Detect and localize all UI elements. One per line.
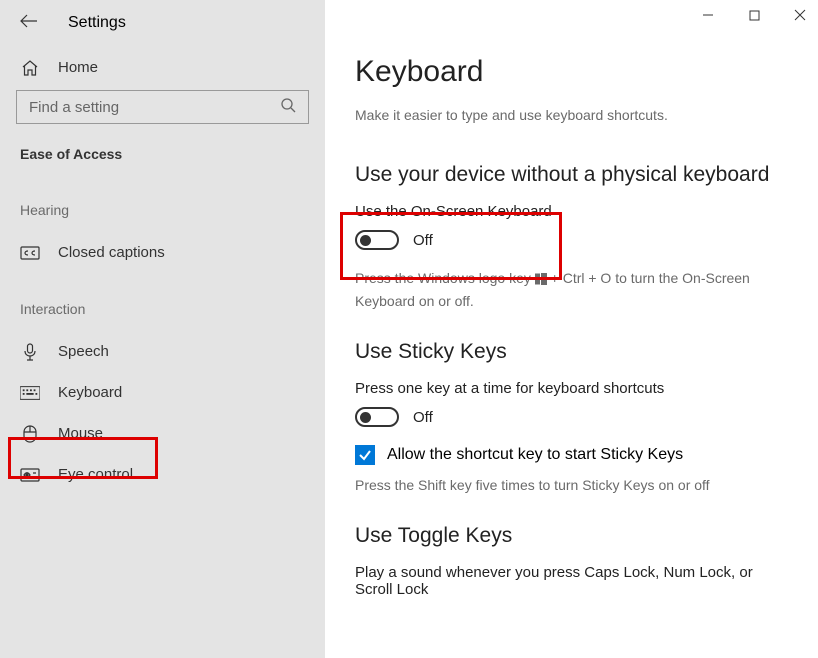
maximize-button[interactable] xyxy=(742,8,766,24)
category-title: Ease of Access xyxy=(0,146,325,162)
search-container xyxy=(16,90,309,124)
nav-label: Speech xyxy=(58,343,109,360)
back-button[interactable] xyxy=(20,12,38,33)
nav-label: Mouse xyxy=(58,425,103,442)
sticky-shortcut-label: Allow the shortcut key to start Sticky K… xyxy=(387,446,683,464)
section-interaction: Interaction xyxy=(0,301,325,331)
window-controls xyxy=(696,8,812,24)
sidebar: Settings Home Ease of Access Hearing Clo… xyxy=(0,0,325,658)
osk-heading: Use your device without a physical keybo… xyxy=(355,163,788,187)
page-subtitle: Make it easier to type and use keyboard … xyxy=(355,107,788,123)
keyboard-icon xyxy=(20,385,40,401)
minimize-button[interactable] xyxy=(696,8,720,24)
closed-captions-icon xyxy=(20,245,40,261)
osk-hint: Press the Windows logo key + Ctrl + O to… xyxy=(355,268,785,312)
sticky-toggle[interactable] xyxy=(355,407,399,427)
sticky-label: Press one key at a time for keyboard sho… xyxy=(355,380,788,397)
page-title: Keyboard xyxy=(355,55,788,89)
nav-closed-captions[interactable]: Closed captions xyxy=(0,232,325,273)
section-hearing: Hearing xyxy=(0,202,325,232)
sticky-hint: Press the Shift key five times to turn S… xyxy=(355,475,785,496)
main-content: Keyboard Make it easier to type and use … xyxy=(325,0,818,658)
sticky-shortcut-row: Allow the shortcut key to start Sticky K… xyxy=(355,445,788,465)
osk-toggle-state: Off xyxy=(413,232,433,249)
nav-label: Keyboard xyxy=(58,384,122,401)
nav-eye-control[interactable]: Eye control xyxy=(0,454,325,495)
titlebar: Settings xyxy=(0,12,325,51)
home-icon xyxy=(20,60,40,76)
osk-label: Use the On-Screen Keyboard xyxy=(355,203,788,220)
osk-toggle-row: Off xyxy=(355,230,788,250)
sticky-toggle-state: Off xyxy=(413,409,433,426)
sticky-toggle-row: Off xyxy=(355,407,788,427)
togglekeys-label: Play a sound whenever you press Caps Loc… xyxy=(355,564,788,598)
nav-mouse[interactable]: Mouse xyxy=(0,413,325,454)
togglekeys-heading: Use Toggle Keys xyxy=(355,524,788,548)
eye-control-icon xyxy=(20,467,40,483)
nav-keyboard[interactable]: Keyboard xyxy=(0,372,325,413)
mouse-icon xyxy=(20,426,40,442)
nav-speech[interactable]: Speech xyxy=(0,331,325,372)
sticky-shortcut-checkbox[interactable] xyxy=(355,445,375,465)
speech-icon xyxy=(20,344,40,360)
home-nav-item[interactable]: Home xyxy=(0,51,325,90)
search-box[interactable] xyxy=(16,90,309,124)
home-label: Home xyxy=(58,59,98,76)
nav-label: Eye control xyxy=(58,466,133,483)
search-input[interactable] xyxy=(29,99,280,116)
search-icon xyxy=(280,97,296,118)
osk-toggle[interactable] xyxy=(355,230,399,250)
sticky-heading: Use Sticky Keys xyxy=(355,340,788,364)
close-button[interactable] xyxy=(788,8,812,24)
nav-label: Closed captions xyxy=(58,244,165,261)
windows-logo-icon xyxy=(535,270,547,291)
app-title: Settings xyxy=(68,14,126,32)
